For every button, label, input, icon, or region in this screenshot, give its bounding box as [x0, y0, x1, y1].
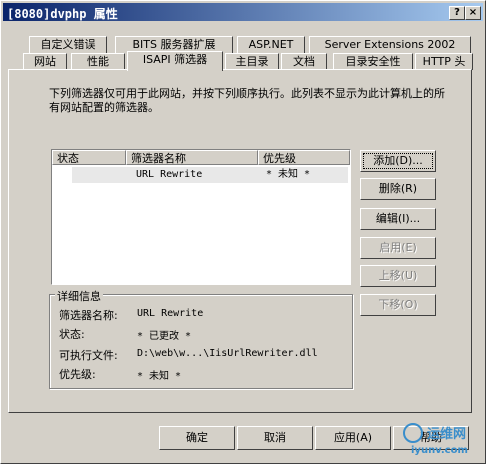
- tab-home-directory[interactable]: 主目录: [225, 53, 279, 70]
- priority-label: 优先级:: [59, 368, 96, 381]
- filter-description: 下列筛选器仅可用于此网站，并按下列顺序执行。此列表不显示为此计算机上的所有网站配…: [49, 87, 445, 114]
- watermark-logo-icon: [403, 423, 423, 443]
- window-title: [8080]dvphp 属性: [7, 7, 118, 21]
- tab-website[interactable]: 网站: [23, 53, 67, 70]
- add-filter-button[interactable]: 添加(D)...: [360, 150, 436, 172]
- tab-server-extensions[interactable]: Server Extensions 2002: [309, 36, 471, 53]
- executable-label: 可执行文件:: [59, 349, 118, 362]
- filter-list[interactable]: 状态 筛选器名称 优先级 URL Rewrite * 未知 *: [51, 149, 351, 285]
- help-icon[interactable]: ?: [449, 6, 465, 20]
- tab-performance[interactable]: 性能: [71, 53, 125, 70]
- row-priority: * 未知 *: [266, 169, 311, 180]
- status-value: * 已更改 *: [137, 331, 192, 342]
- tab-http-headers[interactable]: HTTP 头: [415, 53, 473, 70]
- watermark: 运维网 iyunv.com: [401, 419, 485, 463]
- move-down-button[interactable]: 下移(O): [360, 294, 436, 316]
- close-icon[interactable]: ×: [465, 6, 481, 20]
- column-priority[interactable]: 优先级: [258, 150, 350, 165]
- properties-dialog: [8080]dvphp 属性 ? × 自定义错误 BITS 服务器扩展 ASP.…: [0, 0, 486, 464]
- status-label: 状态:: [59, 328, 85, 341]
- move-up-button[interactable]: 上移(U): [360, 265, 436, 287]
- filter-name-label: 筛选器名称:: [59, 309, 118, 322]
- tab-directory-security[interactable]: 目录安全性: [333, 53, 413, 70]
- enable-filter-button[interactable]: 启用(E): [360, 237, 436, 259]
- executable-value: D:\web\w...\IisUrlRewriter.dll: [137, 348, 318, 359]
- cancel-button[interactable]: 取消: [237, 426, 313, 450]
- edit-filter-button[interactable]: 编辑(I)...: [360, 208, 436, 230]
- column-filter-name[interactable]: 筛选器名称: [126, 150, 258, 165]
- watermark-url: iyunv.com: [411, 445, 468, 456]
- priority-value: * 未知 *: [137, 371, 182, 382]
- watermark-name: 运维网: [427, 427, 467, 442]
- apply-button[interactable]: 应用(A): [315, 426, 391, 450]
- tab-documents[interactable]: 文档: [281, 53, 327, 70]
- row-filter-name: URL Rewrite: [136, 169, 203, 180]
- filter-name-value: URL Rewrite: [137, 308, 204, 319]
- remove-filter-button[interactable]: 删除(R): [360, 178, 436, 200]
- tab-custom-errors[interactable]: 自定义错误: [29, 36, 107, 53]
- column-status[interactable]: 状态: [52, 150, 126, 165]
- details-title: 详细信息: [55, 288, 103, 304]
- title-bar: [8080]dvphp 属性 ? ×: [3, 3, 483, 21]
- ok-button[interactable]: 确定: [159, 426, 235, 450]
- tab-isapi-filters[interactable]: ISAPI 筛选器: [127, 51, 223, 71]
- tab-aspnet[interactable]: ASP.NET: [237, 36, 305, 53]
